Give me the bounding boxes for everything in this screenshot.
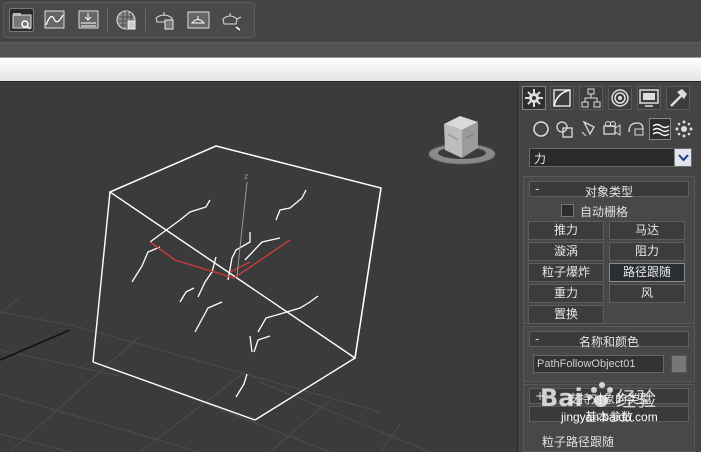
- world-axis-x: [0, 329, 71, 361]
- viewport-layout-bar: [0, 57, 701, 82]
- home-grid: [0, 296, 431, 452]
- path-follow-section-label: 粒子路径跟随: [542, 435, 615, 449]
- object-type-title: 对象类型: [584, 185, 633, 199]
- toolbar-separator: [145, 9, 146, 31]
- path-follow-button[interactable]: 路径跟随: [609, 263, 685, 282]
- name-color-rollout: - 名称和颜色 PathFollowObject01: [523, 326, 695, 382]
- helpers-category-icon[interactable]: [625, 118, 647, 140]
- autogrid-checkbox[interactable]: [561, 204, 574, 217]
- name-color-header[interactable]: - 名称和颜色: [529, 331, 689, 349]
- render-setup-icon[interactable]: [152, 8, 177, 32]
- motor-button[interactable]: 马达: [609, 221, 685, 240]
- motion-tab-icon[interactable]: [608, 86, 632, 110]
- axis-z-label: z: [244, 172, 248, 181]
- main-toolbar: [0, 0, 701, 42]
- modify-tab-icon[interactable]: [550, 86, 574, 110]
- path-follow-gizmo[interactable]: [92, 145, 382, 421]
- ribbon-strip: [0, 42, 701, 57]
- scene-explorer-icon[interactable]: [9, 8, 34, 32]
- toolbar-separator: [107, 9, 108, 31]
- dropdown-value: 力: [534, 152, 547, 166]
- pbomb-button[interactable]: 粒子爆炸: [528, 263, 604, 282]
- space-warps-category-icon[interactable]: [649, 118, 671, 140]
- perspective-viewport[interactable]: z: [0, 82, 517, 452]
- gizmo-particle-streaks: [131, 189, 319, 398]
- create-tab-icon[interactable]: [522, 86, 546, 110]
- gravity-button[interactable]: 重力: [528, 284, 604, 303]
- path-follow-icon: [149, 239, 291, 279]
- object-name-field[interactable]: PathFollowObject01: [533, 355, 664, 373]
- hierarchy-tab-icon[interactable]: [579, 86, 603, 110]
- lights-category-icon[interactable]: [578, 118, 600, 140]
- svg-text:Bai: Bai: [540, 384, 583, 412]
- dope-sheet-icon[interactable]: [76, 8, 101, 32]
- name-color-title: 名称和颜色: [578, 335, 639, 349]
- watermark-url: jingyan.baidu.com: [561, 410, 658, 424]
- render-teapot-icon[interactable]: [218, 8, 243, 32]
- utilities-tab-icon[interactable]: [666, 86, 690, 110]
- viewcube[interactable]: [428, 116, 496, 165]
- push-button[interactable]: 推力: [528, 221, 604, 240]
- material-editor-icon[interactable]: [114, 8, 139, 32]
- local-axis-tripod: [236, 181, 248, 277]
- vortex-button[interactable]: 漩涡: [528, 242, 604, 261]
- curve-editor-icon[interactable]: [42, 8, 67, 32]
- geometry-category-icon[interactable]: [530, 118, 552, 140]
- wind-button[interactable]: 风: [609, 284, 685, 303]
- object-color-swatch[interactable]: [671, 355, 687, 373]
- rendering-toolbar-group: [3, 2, 255, 38]
- render-frame-icon[interactable]: [186, 8, 211, 32]
- display-tab-icon[interactable]: [637, 86, 661, 110]
- chevron-down-icon[interactable]: [674, 149, 691, 166]
- cameras-category-icon[interactable]: [601, 118, 623, 140]
- space-warp-type-dropdown[interactable]: 力: [529, 148, 692, 167]
- drag-button[interactable]: 阻力: [609, 242, 685, 261]
- displace-button[interactable]: 置换: [528, 305, 604, 324]
- svg-text:经验: 经验: [616, 387, 656, 411]
- autogrid-label: 自动栅格: [580, 205, 629, 219]
- object-type-rollout: - 对象类型 自动栅格 推力 马达 漩涡 阻力 粒子爆炸 路径跟随 重力 风 置…: [523, 176, 695, 324]
- shapes-category-icon[interactable]: [554, 118, 576, 140]
- object-type-header[interactable]: - 对象类型: [529, 181, 689, 199]
- systems-category-icon[interactable]: [673, 118, 695, 140]
